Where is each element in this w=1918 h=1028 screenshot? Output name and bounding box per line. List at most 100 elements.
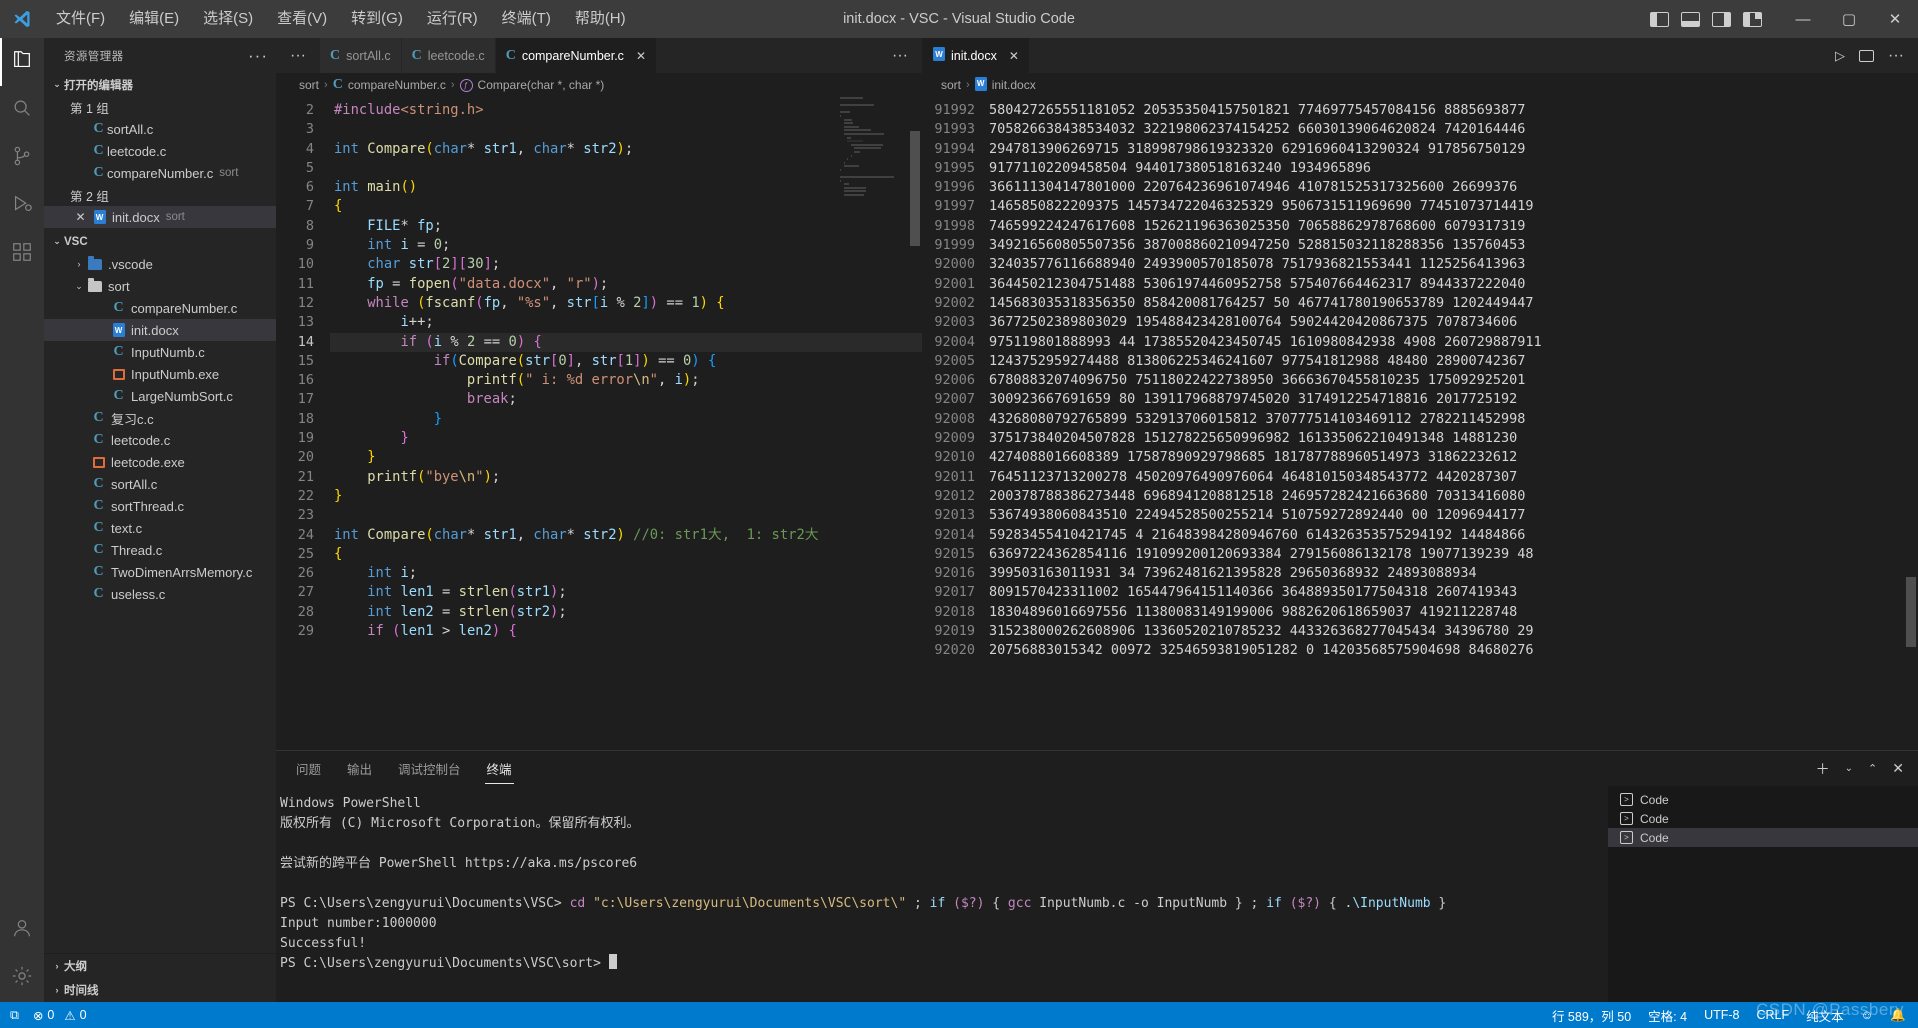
- code-line[interactable]: }: [330, 448, 922, 467]
- activity-settings[interactable]: [0, 954, 44, 1002]
- close-icon[interactable]: ✕: [1009, 49, 1019, 63]
- doc-line[interactable]: 705826638438534032 322198062374154252 66…: [989, 120, 1918, 139]
- code-line[interactable]: [330, 159, 922, 178]
- doc-line[interactable]: 67808832074096750 75118022422738950 3666…: [989, 371, 1918, 390]
- code-line[interactable]: break;: [330, 390, 922, 409]
- code-line[interactable]: i++;: [330, 313, 922, 332]
- code-line[interactable]: int len2 = strlen(str2);: [330, 603, 922, 622]
- editor-group-1-label[interactable]: 第 1 组: [44, 96, 276, 118]
- activity-search[interactable]: [0, 86, 44, 134]
- doc-line[interactable]: 399503163011931 34 73962481621395828 296…: [989, 564, 1918, 583]
- doc-line[interactable]: 975119801888993 44 17385520423450745 161…: [989, 333, 1918, 352]
- breadcrumb-file[interactable]: compareNumber.c: [348, 78, 446, 92]
- code-line[interactable]: int Compare(char* str1, char* str2);: [330, 140, 922, 159]
- doc-line[interactable]: 580427265551181052 205353504157501821 77…: [989, 101, 1918, 120]
- open-editor-comparenumber[interactable]: C compareNumber.c sort: [44, 162, 276, 184]
- code-line[interactable]: [330, 506, 922, 525]
- code-line[interactable]: }: [330, 487, 922, 506]
- doc-line[interactable]: 300923667691659 80 139117968879745020 31…: [989, 390, 1918, 409]
- open-editors-header[interactable]: ⌄ 打开的编辑器: [44, 73, 276, 96]
- tree-item-vscode-folder[interactable]: › .vscode: [44, 253, 276, 275]
- tree-item-leetcode-exe[interactable]: leetcode.exe: [44, 451, 276, 473]
- doc-line[interactable]: 364450212304751488 53061974460952758 575…: [989, 275, 1918, 294]
- status-badge[interactable]: ⊗ 0 ⚠ 0: [33, 1008, 87, 1023]
- doc-line[interactable]: 200378788386273448 6968941208812518 2469…: [989, 487, 1918, 506]
- menu-selection[interactable]: 选择(S): [191, 0, 265, 38]
- menu-terminal[interactable]: 终端(T): [490, 0, 563, 38]
- code-line[interactable]: int main(): [330, 178, 922, 197]
- code-editor-1[interactable]: 2 3 4 5 6 7 8 9 10 11 12 13 14 15 16 17 18 19 20 21 22 23 24 25…: [276, 97, 922, 750]
- code-line[interactable]: if (len1 > len2) {: [330, 622, 922, 641]
- menu-go[interactable]: 转到(G): [339, 0, 415, 38]
- tree-item-thread-c[interactable]: C Thread.c: [44, 539, 276, 561]
- tree-item-useless-c[interactable]: C useless.c: [44, 583, 276, 605]
- doc-line[interactable]: 366111304147801000 220764236961074946 41…: [989, 178, 1918, 197]
- outline-section[interactable]: › 大纲: [44, 954, 276, 978]
- menu-help[interactable]: 帮助(H): [563, 0, 638, 38]
- doc-line[interactable]: 91771102209458504 944017380518163240 193…: [989, 159, 1918, 178]
- code-line[interactable]: char str[2][30];: [330, 255, 922, 274]
- doc-line[interactable]: 18304896016697556 11380083149199006 9882…: [989, 603, 1918, 622]
- doc-line[interactable]: 53674938060843510 22494528500255214 5107…: [989, 506, 1918, 525]
- panel-tab-problems[interactable]: 问题: [294, 753, 323, 784]
- menu-run[interactable]: 运行(R): [415, 0, 490, 38]
- breadcrumb-folder[interactable]: sort: [299, 78, 319, 92]
- code-line[interactable]: if (i % 2 == 0) {: [330, 332, 922, 352]
- doc-line[interactable]: 59283455410421745 4 216483984280946760 6…: [989, 526, 1918, 545]
- menu-file[interactable]: 文件(F): [44, 0, 117, 38]
- cursor-position[interactable]: 行 589，列 50: [1552, 1006, 1631, 1025]
- tree-item-fuxi-c[interactable]: C 复习c.c: [44, 407, 276, 429]
- editor-2-scrollbar[interactable]: [1904, 97, 1918, 750]
- doc-line[interactable]: 76451123713200278 45020976490976064 4648…: [989, 468, 1918, 487]
- scrollbar-thumb[interactable]: [1906, 577, 1916, 647]
- tab-leetcode-c[interactable]: C leetcode.c: [401, 38, 496, 73]
- more-actions-icon[interactable]: ···: [892, 47, 908, 63]
- tab-init-docx[interactable]: init.docx ✕: [923, 38, 1030, 73]
- tree-item-comparenumber-c[interactable]: C compareNumber.c: [44, 297, 276, 319]
- breadcrumb-folder[interactable]: sort: [941, 78, 961, 92]
- editor-1-scrollbar[interactable]: [908, 97, 922, 750]
- code-line[interactable]: {: [330, 197, 922, 216]
- smiley-icon[interactable]: ☺: [1861, 1008, 1874, 1022]
- code-line[interactable]: int i = 0;: [330, 236, 922, 255]
- close-button[interactable]: ✕: [1872, 0, 1918, 38]
- more-actions-icon[interactable]: ···: [1888, 47, 1904, 63]
- workspace-header[interactable]: ⌄ VSC: [44, 230, 276, 253]
- encoding[interactable]: UTF-8: [1704, 1008, 1739, 1022]
- code-line[interactable]: {: [330, 545, 922, 564]
- indentation[interactable]: 空格: 4: [1648, 1006, 1687, 1025]
- timeline-section[interactable]: › 时间线: [44, 978, 276, 1002]
- code-line[interactable]: #include<string.h>: [330, 101, 922, 120]
- tree-item-leetcode-c[interactable]: C leetcode.c: [44, 429, 276, 451]
- tree-item-inputnumb-c[interactable]: C InputNumb.c: [44, 341, 276, 363]
- doc-line[interactable]: 4274088016608389 17587890929798685 18178…: [989, 448, 1918, 467]
- activity-accounts[interactable]: [0, 906, 44, 954]
- bell-icon[interactable]: 🔔: [1890, 1008, 1906, 1023]
- doc-line[interactable]: 315238000262608906 13360520210785232 443…: [989, 622, 1918, 641]
- terminal-list-item[interactable]: > Code: [1608, 809, 1918, 828]
- doc-line[interactable]: 63697224362854116 191099200120693384 279…: [989, 545, 1918, 564]
- code-content-1[interactable]: #include<string.h> int Compare(char* str…: [330, 97, 922, 750]
- tree-item-largenumbsort-c[interactable]: C LargeNumbSort.c: [44, 385, 276, 407]
- activity-source-control[interactable]: [0, 134, 44, 182]
- tree-item-inputnumb-exe[interactable]: InputNumb.exe: [44, 363, 276, 385]
- tree-item-sortthread-c[interactable]: C sortThread.c: [44, 495, 276, 517]
- line-ending[interactable]: CRLF: [1756, 1008, 1789, 1022]
- tree-item-init-docx[interactable]: init.docx: [44, 319, 276, 341]
- tree-item-text-c[interactable]: C text.c: [44, 517, 276, 539]
- code-line[interactable]: fp = fopen("data.docx", "r");: [330, 275, 922, 294]
- terminal-list-item[interactable]: > Code: [1608, 790, 1918, 809]
- doc-line[interactable]: 8091570423311002 165447964151140366 3648…: [989, 583, 1918, 602]
- split-editor-icon[interactable]: [1859, 49, 1875, 62]
- language-mode[interactable]: 纯文本: [1806, 1006, 1844, 1025]
- code-line[interactable]: }: [330, 429, 922, 448]
- breadcrumb-file[interactable]: init.docx: [992, 78, 1036, 92]
- open-editor-leetcode[interactable]: C leetcode.c: [44, 140, 276, 162]
- minimize-button[interactable]: —: [1780, 0, 1826, 38]
- breadcrumb-symbol[interactable]: Compare(char *, char *): [478, 78, 605, 92]
- chevron-down-small-icon[interactable]: ⌄: [1845, 763, 1853, 774]
- close-icon[interactable]: ✕: [72, 210, 89, 224]
- activity-run-debug[interactable]: [0, 182, 44, 230]
- code-line[interactable]: printf(" i: %d error\n", i);: [330, 371, 922, 390]
- doc-line[interactable]: 20756883015342 00972 32546593819051282 0…: [989, 641, 1918, 660]
